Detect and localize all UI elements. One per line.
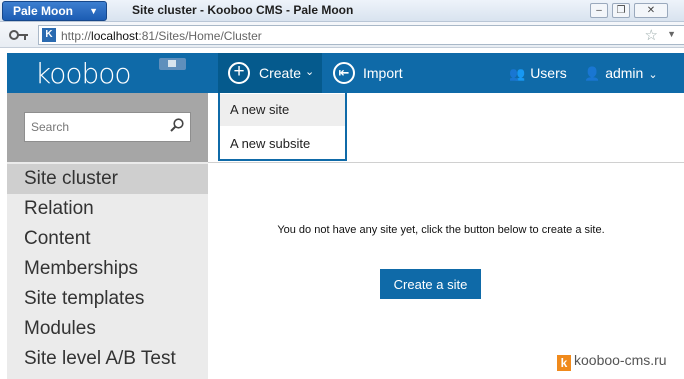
sidebar-item-content[interactable]: Content bbox=[7, 224, 208, 254]
sidebar-item-relation[interactable]: Relation bbox=[7, 194, 208, 224]
kooboo-logo[interactable]: kooboo bbox=[35, 57, 132, 90]
search-input[interactable] bbox=[24, 112, 191, 142]
home-icon[interactable] bbox=[159, 58, 186, 70]
plus-circle-icon: + bbox=[228, 62, 250, 84]
user-icon: 👤 bbox=[584, 66, 601, 81]
search-icon[interactable] bbox=[170, 118, 184, 132]
menu-item-new-site[interactable]: A new site bbox=[220, 94, 345, 126]
history-dropdown-icon[interactable]: ▼ bbox=[667, 29, 676, 39]
url-text: http://localhost:81/Sites/Home/Cluster bbox=[61, 29, 262, 43]
content-divider bbox=[208, 162, 684, 163]
watermark-logo-icon: k bbox=[557, 355, 571, 371]
users-icon: 👥 bbox=[509, 66, 526, 81]
url-path: :81/Sites/Home/Cluster bbox=[138, 29, 262, 43]
address-bar: K http://localhost:81/Sites/Home/Cluster… bbox=[0, 22, 684, 48]
app-menu-label: Pale Moon bbox=[13, 4, 74, 18]
url-host: localhost bbox=[91, 29, 139, 43]
url-scheme: http:// bbox=[61, 29, 92, 43]
create-site-button[interactable]: Create a site bbox=[380, 269, 481, 299]
admin-menu-button[interactable]: 👤 admin ⌄ bbox=[584, 65, 658, 82]
window-title-bar: Pale Moon ▼ Site cluster - Kooboo CMS - … bbox=[0, 0, 684, 22]
menu-item-new-subsite[interactable]: A new subsite bbox=[220, 128, 345, 160]
sidebar-item-site-cluster[interactable]: Site cluster bbox=[7, 164, 208, 194]
empty-state-message: You do not have any site yet, click the … bbox=[277, 224, 605, 236]
watermark: k kooboo-cms.ru bbox=[557, 352, 667, 371]
watermark-text: kooboo-cms.ru bbox=[574, 352, 667, 368]
app-menu-button[interactable]: Pale Moon ▼ bbox=[2, 1, 107, 21]
sidebar-item-site-templates[interactable]: Site templates bbox=[7, 284, 208, 314]
close-button[interactable]: ✕ bbox=[634, 3, 668, 18]
create-dropdown-menu: A new site A new subsite bbox=[218, 93, 347, 161]
create-menu-button[interactable]: + Create ⌄ bbox=[218, 53, 322, 93]
import-icon: ⇤ bbox=[333, 62, 355, 84]
chevron-down-icon: ⌄ bbox=[648, 69, 658, 81]
import-label: Import bbox=[363, 65, 403, 81]
users-label: Users bbox=[530, 65, 567, 81]
users-button[interactable]: 👥 Users bbox=[509, 65, 567, 82]
favicon: K bbox=[42, 28, 56, 42]
minimize-button[interactable]: – bbox=[590, 3, 608, 18]
create-label: Create bbox=[259, 65, 302, 81]
admin-label: admin bbox=[605, 65, 644, 81]
chevron-down-icon: ⌄ bbox=[305, 66, 315, 78]
sidebar-item-ab-test[interactable]: Site level A/B Test bbox=[7, 344, 208, 374]
key-icon[interactable] bbox=[8, 27, 30, 43]
sidebar-nav: Site cluster Relation Content Membership… bbox=[7, 162, 208, 379]
chevron-down-icon: ▼ bbox=[89, 6, 98, 16]
maximize-button[interactable]: ❐ bbox=[612, 3, 630, 18]
cms-top-nav: kooboo + Create ⌄ ⇤ Import 👥 Users 👤 admin… bbox=[7, 53, 684, 93]
sidebar-item-modules[interactable]: Modules bbox=[7, 314, 208, 344]
search-panel bbox=[7, 93, 208, 162]
sidebar-item-memberships[interactable]: Memberships bbox=[7, 254, 208, 284]
url-field[interactable]: K http://localhost:81/Sites/Home/Cluster… bbox=[38, 25, 684, 45]
import-button[interactable]: ⇤ Import bbox=[333, 53, 423, 93]
window-title: Site cluster - Kooboo CMS - Pale Moon bbox=[132, 3, 354, 17]
bookmark-star-icon[interactable]: ☆ bbox=[645, 26, 658, 44]
